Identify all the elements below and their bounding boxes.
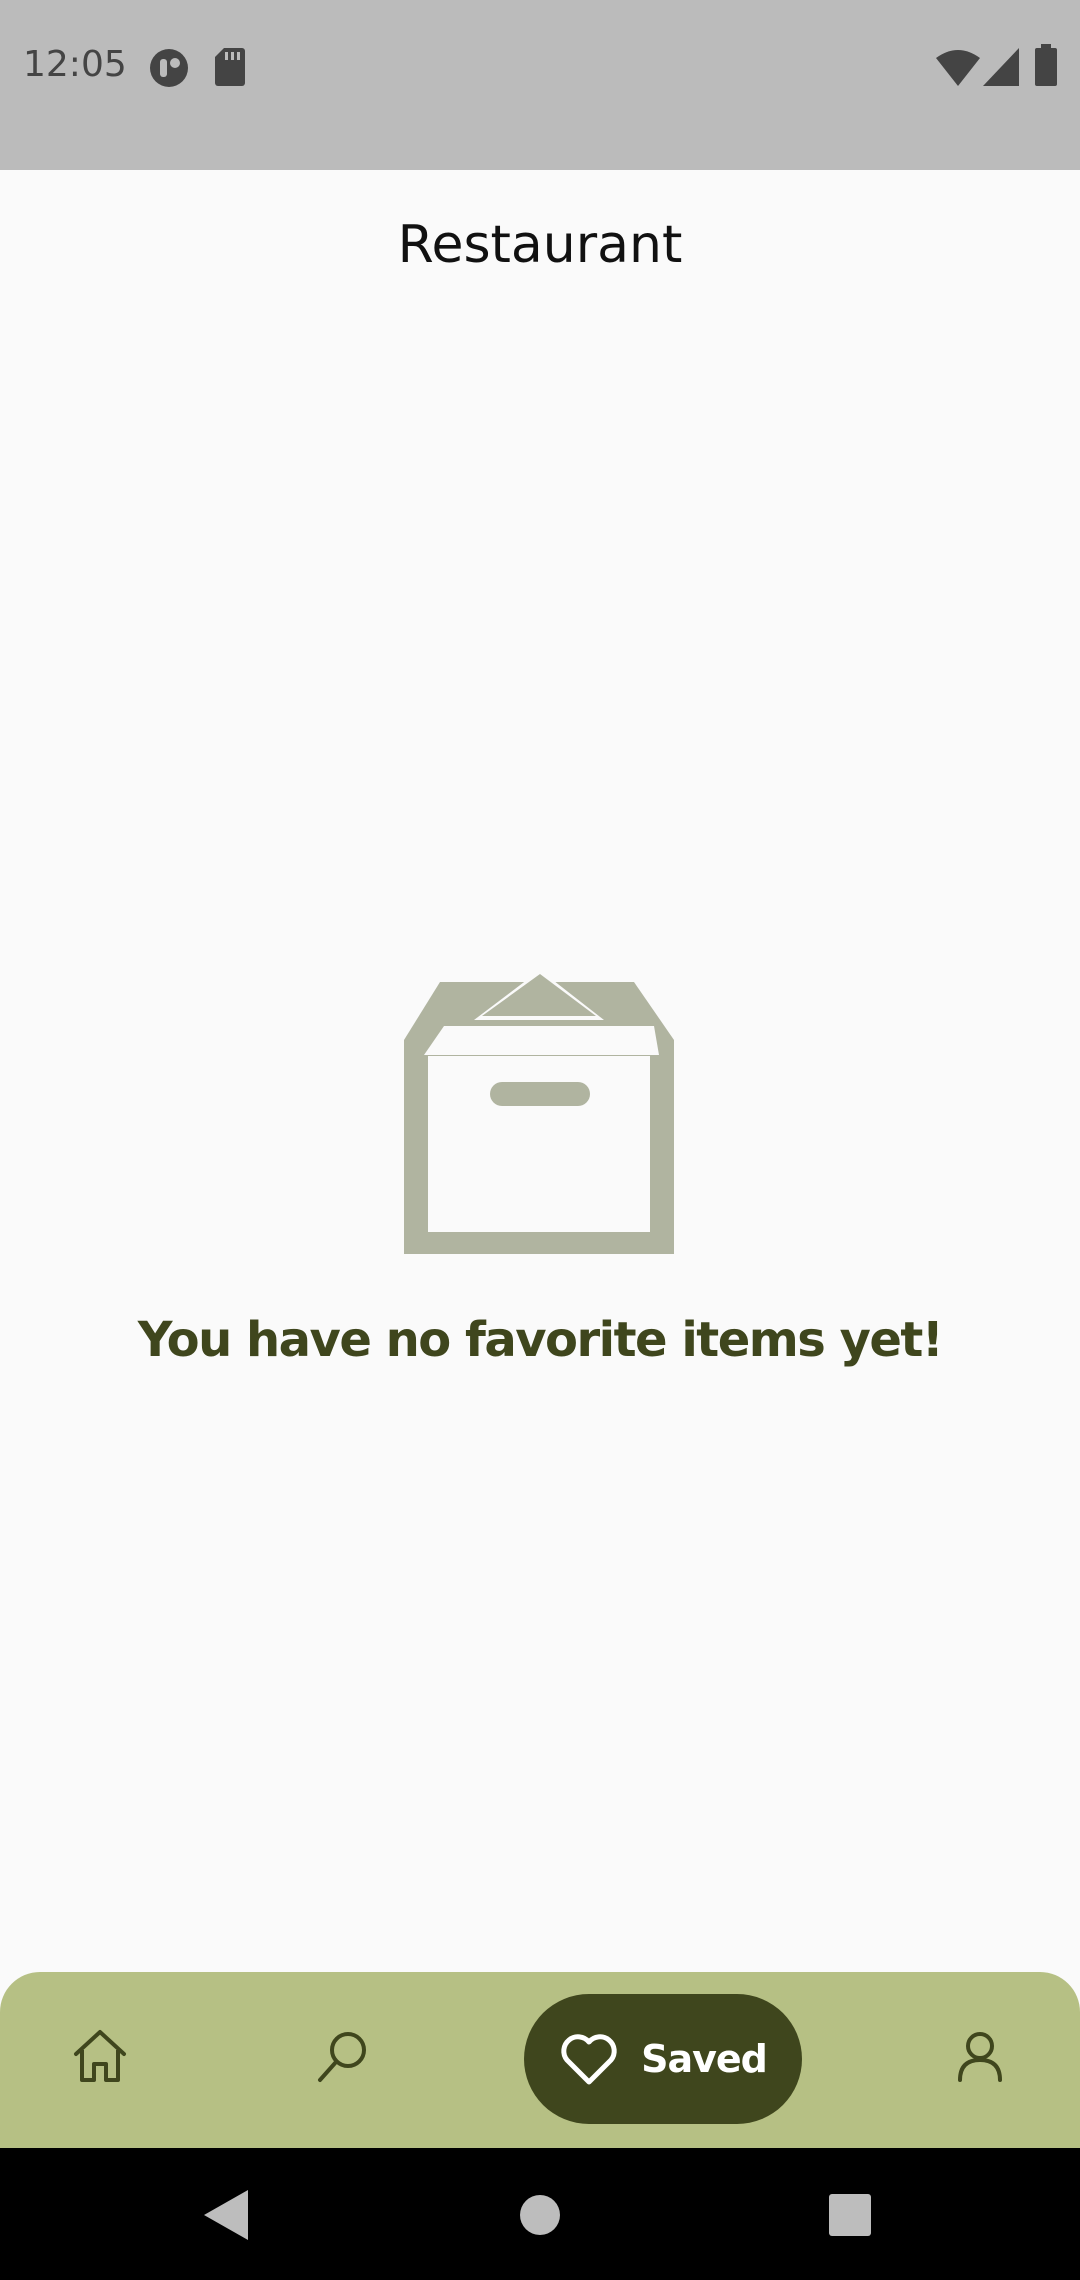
recents-icon[interactable] bbox=[829, 2194, 871, 2236]
home-icon bbox=[74, 2030, 126, 2082]
nav-saved-label: Saved bbox=[641, 2037, 768, 2081]
search-icon bbox=[318, 2032, 366, 2082]
home-circle-icon[interactable] bbox=[519, 2194, 561, 2236]
empty-state-message: You have no favorite items yet! bbox=[137, 1312, 944, 1368]
system-navigation-bar bbox=[0, 2148, 1080, 2280]
screen: 12:05 Restaurant You have no favorite it… bbox=[0, 0, 1080, 2280]
nav-saved-button[interactable]: Saved bbox=[524, 1994, 802, 2124]
back-icon[interactable] bbox=[204, 2190, 248, 2240]
user-icon bbox=[958, 2032, 1002, 2082]
nav-search-button[interactable] bbox=[300, 2012, 388, 2100]
status-bar: 12:05 bbox=[0, 0, 1080, 170]
nav-home-button[interactable] bbox=[56, 2012, 144, 2100]
battery-icon bbox=[1035, 44, 1057, 86]
heart-icon bbox=[561, 2034, 617, 2085]
bottom-navigation: Saved bbox=[0, 1972, 1080, 2148]
page-title: Restaurant bbox=[397, 215, 683, 275]
nav-profile-button[interactable] bbox=[936, 2012, 1024, 2100]
empty-box-icon bbox=[404, 970, 674, 1254]
sd-card-icon bbox=[215, 48, 245, 86]
cellular-signal-icon bbox=[983, 48, 1019, 86]
app-notification-icon bbox=[150, 49, 188, 87]
status-time: 12:05 bbox=[23, 44, 127, 85]
wifi-icon bbox=[936, 50, 980, 86]
